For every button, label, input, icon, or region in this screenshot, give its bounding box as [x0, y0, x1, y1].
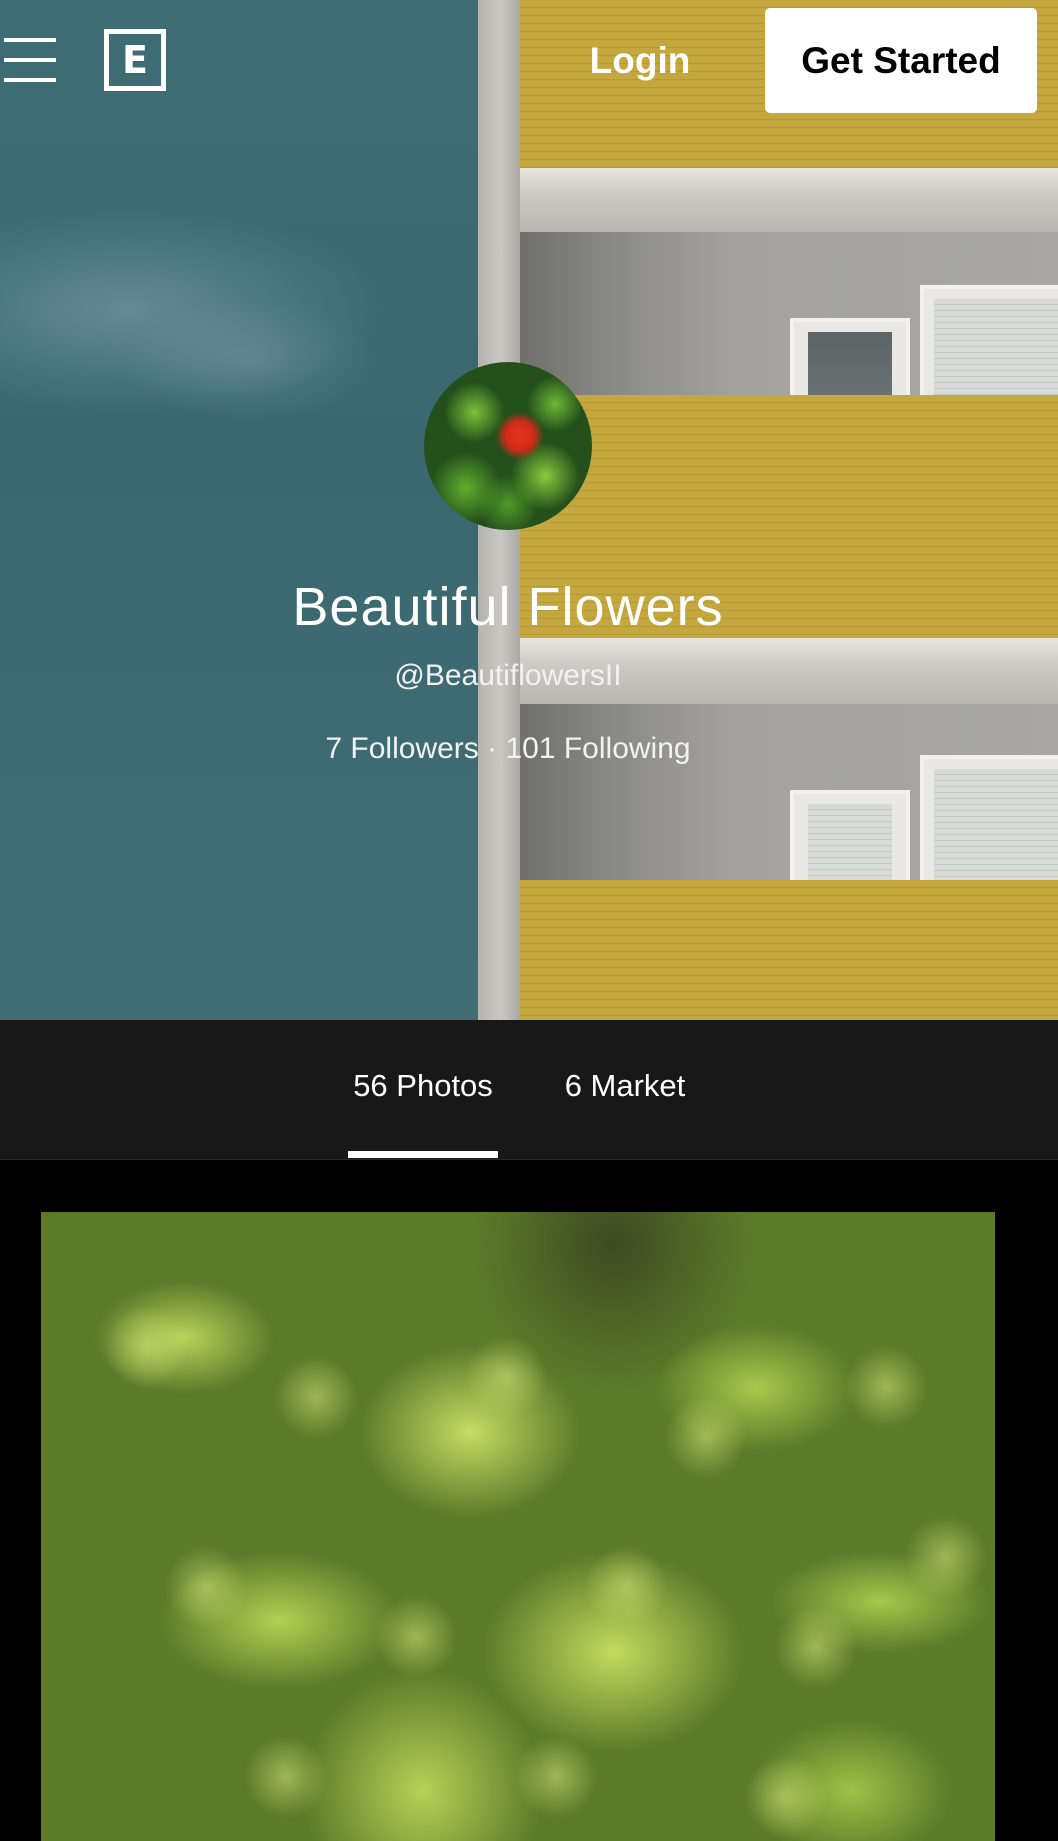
tab-market[interactable]: 6 Market [558, 1064, 692, 1108]
photo-thumbnail[interactable] [41, 1212, 995, 1841]
profile-tabs: 56 Photos 6 Market [0, 1020, 1058, 1160]
active-tab-indicator [348, 1151, 498, 1158]
tab-photos[interactable]: 56 Photos [348, 1064, 498, 1108]
balcony-front [518, 880, 1058, 1020]
balcony-slab [518, 168, 1058, 232]
cover-cloud-secondary [120, 300, 380, 420]
profile-stats: 7 Followers · 101 Following [0, 728, 1016, 770]
hamburger-menu-icon[interactable] [4, 38, 56, 82]
followers-link[interactable]: 7 Followers [325, 732, 478, 765]
following-link[interactable]: 101 Following [505, 732, 690, 765]
stats-separator: · [478, 732, 506, 765]
logo-icon[interactable]: E [104, 29, 166, 91]
profile-name: Beautiful Flowers [292, 577, 724, 637]
login-link[interactable]: Login [560, 34, 720, 88]
profile-handle: @BeautiflowersII [394, 659, 622, 692]
avatar[interactable] [424, 362, 592, 530]
profile-cover: E Login Get Started Beautiful Flowers @B… [0, 0, 1058, 1020]
get-started-button[interactable]: Get Started [765, 8, 1037, 113]
